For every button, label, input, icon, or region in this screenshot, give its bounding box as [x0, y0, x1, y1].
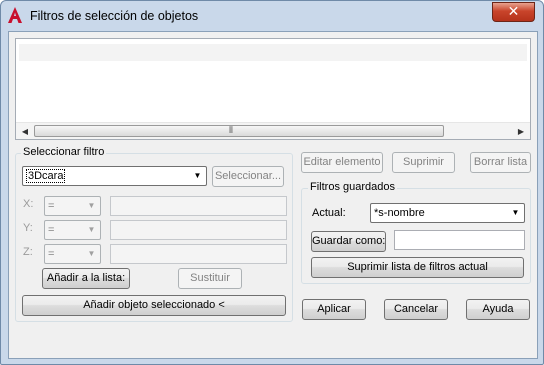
clear-list-button[interactable]: Borrar lista — [470, 152, 531, 173]
title-bar[interactable]: Filtros de selección de objetos ✕ — [1, 1, 543, 31]
z-operator-value: = — [48, 248, 55, 260]
select-button[interactable]: Seleccionar... — [212, 166, 284, 187]
select-filter-group: Seleccionar filtro 3Dcara ▼ Seleccionar.… — [15, 146, 293, 322]
x-value-field[interactable] — [110, 196, 287, 216]
scroll-thumb[interactable]: ⦀ — [34, 125, 444, 137]
delete-current-filter-list-button[interactable]: Suprimir lista de filtros actual — [311, 257, 524, 278]
current-filter-value: *s-nombre — [374, 207, 425, 219]
x-operator-value: = — [48, 200, 55, 212]
z-operator-combo[interactable]: = ▼ — [44, 244, 101, 264]
scroll-right-icon[interactable]: ▶ — [514, 125, 528, 138]
scroll-left-icon[interactable]: ◀ — [18, 125, 32, 138]
filter-type-combo[interactable]: 3Dcara ▼ — [22, 166, 207, 186]
horizontal-scrollbar[interactable]: ◀ ⦀ ▶ — [16, 122, 530, 139]
list-item[interactable] — [19, 44, 527, 61]
help-button[interactable]: Ayuda — [466, 299, 530, 320]
chevron-down-icon: ▼ — [87, 225, 96, 234]
filter-list[interactable]: ◀ ⦀ ▶ — [15, 38, 531, 140]
add-to-list-button[interactable]: Añadir a la lista: — [42, 268, 130, 289]
delete-item-button[interactable]: Suprimir — [392, 152, 455, 173]
current-filter-combo[interactable]: *s-nombre ▼ — [370, 203, 525, 223]
chevron-down-icon: ▼ — [87, 249, 96, 258]
edit-item-button[interactable]: Editar elemento — [301, 152, 383, 173]
save-as-button[interactable]: Guardar como: — [311, 231, 386, 252]
saved-filters-group: Filtros guardados Actual: *s-nombre ▼ Gu… — [301, 181, 531, 284]
close-button[interactable]: ✕ — [492, 2, 535, 22]
x-operator-combo[interactable]: = ▼ — [44, 196, 101, 216]
current-label: Actual: — [312, 207, 346, 219]
z-label: Z: — [23, 246, 33, 258]
chevron-down-icon: ▼ — [193, 171, 202, 180]
cancel-button[interactable]: Cancelar — [384, 299, 448, 320]
filter-type-value: 3Dcara — [26, 169, 66, 183]
chevron-down-icon: ▼ — [511, 208, 520, 217]
dialog-body: ◀ ⦀ ▶ Seleccionar filtro 3Dcara ▼ Selecc… — [8, 31, 538, 359]
y-label: Y: — [23, 222, 33, 234]
add-selected-object-button[interactable]: Añadir objeto seleccionado < — [22, 295, 286, 316]
z-value-field[interactable] — [110, 244, 287, 264]
scroll-grip-icon: ⦀ — [229, 125, 233, 135]
dialog-window: Filtros de selección de objetos ✕ ◀ ⦀ ▶ … — [0, 0, 544, 365]
chevron-down-icon: ▼ — [87, 201, 96, 210]
y-value-field[interactable] — [110, 220, 287, 240]
save-as-name-field[interactable] — [394, 230, 525, 250]
y-operator-value: = — [48, 224, 55, 236]
x-label: X: — [23, 198, 34, 210]
select-filter-group-label: Seleccionar filtro — [21, 146, 107, 158]
autocad-app-icon — [8, 7, 22, 23]
saved-filters-group-label: Filtros guardados — [308, 181, 397, 193]
window-title: Filtros de selección de objetos — [30, 9, 199, 23]
y-operator-combo[interactable]: = ▼ — [44, 220, 101, 240]
substitute-button[interactable]: Sustituir — [178, 268, 242, 289]
close-icon: ✕ — [507, 4, 520, 20]
apply-button[interactable]: Aplicar — [302, 299, 366, 320]
